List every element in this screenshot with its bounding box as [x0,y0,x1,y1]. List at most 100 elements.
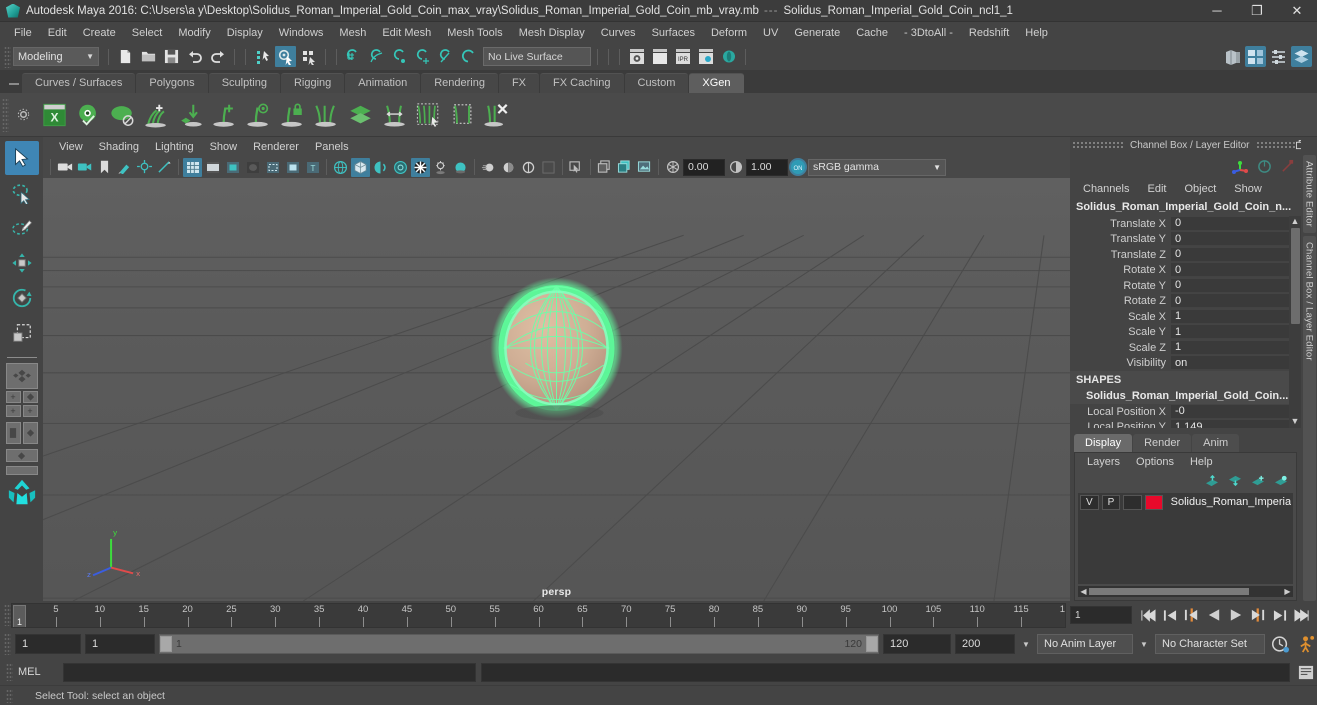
go-to-end-icon[interactable] [1292,606,1311,624]
render-settings-icon[interactable] [695,46,716,67]
multisample-aa-icon[interactable] [499,158,518,177]
panel-menu-show[interactable]: Show [202,140,246,154]
chevron-down-icon[interactable]: ▼ [1019,640,1033,649]
xgen-lock-guide-icon[interactable] [275,97,309,133]
two-d-pan-zoom-icon[interactable] [135,158,154,177]
tab-display[interactable]: Display [1074,434,1133,452]
film-gate-icon[interactable] [203,158,222,177]
open-scene-icon[interactable] [138,46,159,67]
layer-type-toggle[interactable] [1123,494,1142,510]
render-sequence-icon[interactable] [626,46,647,67]
rotate-tool[interactable] [5,281,39,315]
menu-edit[interactable]: Edit [40,25,75,41]
bookmark-icon[interactable] [95,158,114,177]
scroll-right-icon[interactable]: ▶ [1282,587,1293,596]
create-layer-from-selected-icon[interactable] [1274,475,1288,487]
undo-icon[interactable] [184,46,205,67]
perspective-viewport[interactable]: y z x persp [43,178,1070,601]
camera-attributes-icon[interactable] [115,158,134,177]
three-pane-layout[interactable]: + [22,405,38,417]
safe-action-icon[interactable] [283,158,302,177]
channel-box-scrollbar[interactable]: ▲ ▼ [1289,216,1301,428]
minimize-button[interactable]: ─ [1197,0,1237,22]
scroll-left-icon[interactable]: ◀ [1078,587,1089,596]
attr-value[interactable]: -0 [1171,404,1289,419]
attr-value[interactable]: 0 [1171,294,1289,309]
xgen-preview-icon[interactable] [71,97,105,133]
table-row[interactable]: Rotate X 0 [1070,263,1289,279]
shelf-options-gear-icon[interactable] [9,108,37,121]
menu-select[interactable]: Select [124,25,171,41]
tab-channel-box-layer-editor[interactable]: Channel Box / Layer Editor [1302,236,1316,601]
menu-modify[interactable]: Modify [170,25,218,41]
shelf-tab-rigging[interactable]: Rigging [280,73,345,93]
panel-grip-2[interactable] [1255,141,1296,149]
step-back-frame-icon[interactable] [1182,606,1201,624]
show-tool-settings-icon[interactable] [1245,46,1266,67]
two-pane-layout[interactable] [22,391,38,403]
help-menu[interactable]: Help [1182,455,1221,469]
attr-value[interactable]: 0 [1171,216,1289,231]
attr-value[interactable]: 0 [1171,232,1289,247]
scrollbar-thumb[interactable] [1290,228,1300,324]
show-layer-editor-icon[interactable] [1291,46,1312,67]
layer-move-up-icon[interactable] [1205,475,1219,487]
attr-value[interactable]: 1.149 [1171,420,1289,428]
tab-render[interactable]: Render [1133,434,1192,452]
animation-preferences-icon[interactable] [1269,634,1291,654]
attr-value[interactable]: 1 [1171,340,1289,355]
tab-anim[interactable]: Anim [1192,434,1240,452]
menu-mesh-display[interactable]: Mesh Display [511,25,593,41]
shelf-tab-sculpting[interactable]: Sculpting [208,73,280,93]
shape-node-name[interactable]: Solidus_Roman_Imperial_Gold_Coin... [1070,388,1289,404]
layers-menu[interactable]: Layers [1079,455,1128,469]
list-item[interactable]: V P Solidus_Roman_Imperial [1078,493,1293,511]
panel-menu-renderer[interactable]: Renderer [245,140,307,154]
gamma-icon[interactable] [726,158,745,177]
table-row[interactable]: Translate Z 0 [1070,247,1289,263]
menu-deform[interactable]: Deform [703,25,755,41]
shaded-wireframe-icon[interactable] [371,158,390,177]
snap-to-projected-center-icon[interactable] [412,46,433,67]
help-line-grip[interactable] [6,688,13,703]
outliner-persp-layout[interactable] [5,422,21,444]
four-view-layout[interactable]: + [5,391,21,403]
layer-list[interactable]: V P Solidus_Roman_Imperial [1078,493,1293,584]
xgen-region-icon[interactable] [445,97,479,133]
xgen-edit-guide-icon[interactable] [241,97,275,133]
exposure-icon[interactable] [663,158,682,177]
layer-name[interactable]: Solidus_Roman_Imperial [1166,496,1291,508]
create-empty-layer-icon[interactable] [1251,475,1265,487]
attr-value[interactable]: 0 [1171,263,1289,278]
range-end-time-field[interactable]: 120 [883,634,951,654]
ipr-render-icon[interactable]: IPR [672,46,693,67]
anim-start-time-field[interactable]: 1 [15,634,81,654]
table-row[interactable]: Visibility on [1070,356,1289,372]
anim-layer-select[interactable]: No Anim Layer [1037,634,1133,654]
view-image-icon[interactable] [635,158,654,177]
redo-icon[interactable] [207,46,228,67]
time-slider[interactable]: 1 5 10 15 20 25 30 35 40 45 50 55 60 65 70 75 80 85 90 95 1… [11,602,1066,628]
channels-menu[interactable]: Channels [1074,182,1138,196]
lock-camera-icon[interactable] [75,158,94,177]
time-slider-grip[interactable] [4,604,11,626]
save-scene-icon[interactable] [161,46,182,67]
menu-curves[interactable]: Curves [593,25,644,41]
shelf-tab-custom[interactable]: Custom [624,73,689,93]
layer-visibility-toggle[interactable]: V [1080,494,1099,510]
menu-file[interactable]: File [6,25,40,41]
lasso-select-tool[interactable] [5,176,39,210]
command-input[interactable] [63,662,476,682]
attr-value[interactable]: 1 [1171,309,1289,324]
xgen-window-icon[interactable]: X [37,97,71,133]
command-line-grip[interactable] [6,663,13,681]
xgen-place-guide-icon[interactable] [173,97,207,133]
step-back-key-icon[interactable] [1160,606,1179,624]
use-all-lights-icon[interactable] [411,157,430,177]
range-slider-grip[interactable] [4,633,11,655]
current-time-field[interactable]: 1 [1070,606,1132,624]
two-pane-stacked-layout[interactable]: + [5,405,21,417]
rotate-manip-icon[interactable] [1257,159,1272,174]
table-row[interactable]: Scale Y 1 [1070,325,1289,341]
snap-to-grid-icon[interactable] [343,46,364,67]
